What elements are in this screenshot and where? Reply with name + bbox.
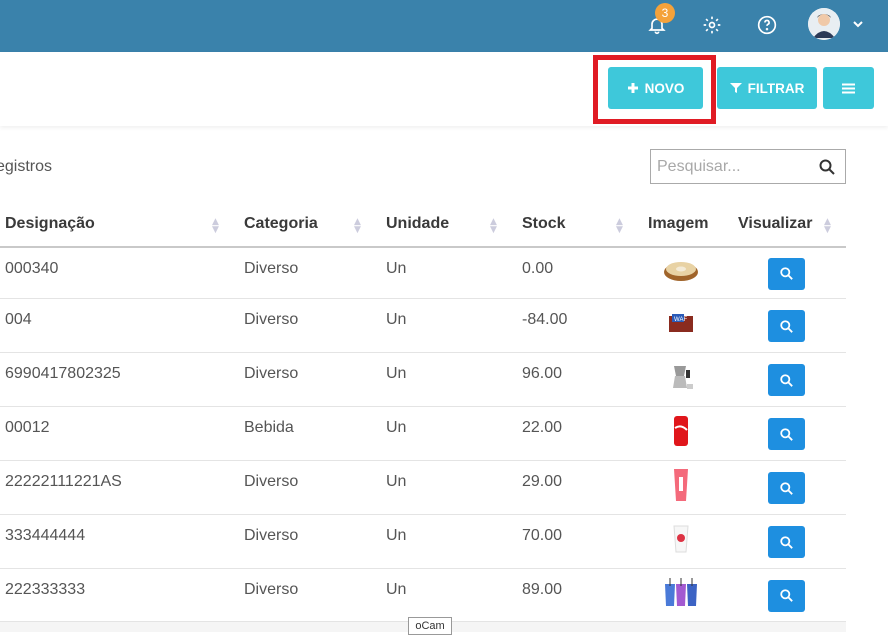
gear-icon[interactable] <box>697 10 727 40</box>
table-row: 333444444 Diverso Un 70.00 <box>0 515 846 569</box>
search-icon <box>780 535 793 549</box>
cell-stock: 96.00 <box>522 365 563 382</box>
product-image <box>661 362 701 392</box>
ocam-label: oCam <box>408 617 452 635</box>
column-header-categoria[interactable]: Categoria <box>244 215 318 233</box>
products-table: Designação ▲ ▼ Categoria ▲ ▼ Unidade ▲ ▼ St… <box>0 202 846 248</box>
cell-designacao: 22222111221AS <box>5 473 122 490</box>
search-input[interactable] <box>657 157 817 176</box>
view-button[interactable] <box>768 257 805 290</box>
menu-button[interactable] <box>823 67 874 109</box>
cell-categoria: Diverso <box>244 473 299 490</box>
view-button[interactable] <box>768 418 805 450</box>
cell-stock: 29.00 <box>522 473 563 490</box>
cell-unidade: Un <box>386 419 407 436</box>
cell-categoria: Bebida <box>244 419 294 436</box>
cell-categoria: Diverso <box>244 365 299 382</box>
cell-categoria: Diverso <box>244 260 299 277</box>
cell-designacao: 000340 <box>5 260 59 277</box>
sort-icon[interactable]: ▲ ▼ <box>212 218 219 235</box>
cell-stock: 70.00 <box>522 527 563 544</box>
plus-icon <box>627 83 638 93</box>
table-header: Designação ▲ ▼ Categoria ▲ ▼ Unidade ▲ ▼ St… <box>0 202 846 248</box>
cell-designacao: 333444444 <box>5 527 86 544</box>
search-icon <box>780 589 793 602</box>
view-button[interactable] <box>768 364 805 396</box>
cell-categoria: Diverso <box>244 527 299 544</box>
chevron-down-icon[interactable] <box>848 14 868 34</box>
search-icon <box>780 319 793 333</box>
cell-unidade: Un <box>386 473 407 490</box>
cell-stock: 22.00 <box>522 419 563 436</box>
filtrar-label: FILTRAR <box>747 80 805 96</box>
product-image: WAF <box>661 308 701 338</box>
cell-unidade: Un <box>386 311 407 328</box>
cell-categoria: Diverso <box>244 581 299 598</box>
search-icon <box>780 267 793 280</box>
product-image <box>661 577 701 608</box>
search-icon <box>780 427 793 441</box>
table-row: 004 Diverso Un -84.00 WAF <box>0 299 846 353</box>
cell-designacao: 222333333 <box>5 581 86 598</box>
column-header-visualizar[interactable]: Visualizar <box>738 215 812 233</box>
table-row: 6990417802325 Diverso Un 96.00 <box>0 353 846 407</box>
search-icon <box>780 373 793 387</box>
product-image <box>661 469 701 501</box>
table-row: 222333333 Diverso Un 89.00 <box>0 569 846 622</box>
column-header-stock[interactable]: Stock <box>522 215 566 233</box>
sort-icon[interactable]: ▲ ▼ <box>490 218 497 235</box>
view-button[interactable] <box>768 579 805 612</box>
product-image <box>661 416 701 446</box>
column-header-designacao[interactable]: Designação <box>5 215 95 233</box>
cell-unidade: Un <box>386 527 407 544</box>
sort-icon[interactable]: ▲ ▼ <box>354 218 361 235</box>
column-header-imagem: Imagem <box>648 215 709 232</box>
column-header-unidade[interactable]: Unidade <box>386 215 449 233</box>
search-icon[interactable] <box>819 159 835 179</box>
product-image <box>661 256 701 286</box>
cell-stock: -84.00 <box>522 311 568 328</box>
menu-icon <box>842 83 855 93</box>
cell-unidade: Un <box>386 260 407 277</box>
product-image <box>661 524 701 554</box>
table-row: 000340 Diverso Un 0.00 <box>0 248 846 299</box>
notification-badge: 3 <box>655 3 675 23</box>
search-icon <box>780 481 793 495</box>
novo-label: NOVO <box>644 80 685 96</box>
cell-designacao: 6990417802325 <box>5 365 121 382</box>
cell-unidade: Un <box>386 365 407 382</box>
cell-stock: 89.00 <box>522 581 563 598</box>
sort-icon[interactable]: ▲ ▼ <box>824 218 831 235</box>
filter-icon <box>729 83 742 93</box>
help-icon[interactable] <box>752 10 782 40</box>
view-button[interactable] <box>768 472 805 504</box>
svg-text:WAF: WAF <box>674 317 687 323</box>
cell-unidade: Un <box>386 581 407 598</box>
sort-icon[interactable]: ▲ ▼ <box>616 218 623 235</box>
view-button[interactable] <box>768 310 805 342</box>
table-row: 00012 Bebida Un 22.00 <box>0 407 846 461</box>
avatar[interactable] <box>808 8 840 40</box>
table-row: 22222111221AS Diverso Un 29.00 <box>0 461 846 515</box>
cell-stock: 0.00 <box>522 260 554 277</box>
cell-designacao: 004 <box>5 311 32 328</box>
cell-categoria: Diverso <box>244 311 299 328</box>
filtrar-button[interactable]: FILTRAR <box>717 67 817 109</box>
search-field[interactable] <box>650 149 846 184</box>
cell-designacao: 00012 <box>5 419 50 436</box>
view-button[interactable] <box>768 526 805 558</box>
records-label: egistros <box>0 158 53 175</box>
novo-button[interactable]: NOVO <box>608 67 703 109</box>
